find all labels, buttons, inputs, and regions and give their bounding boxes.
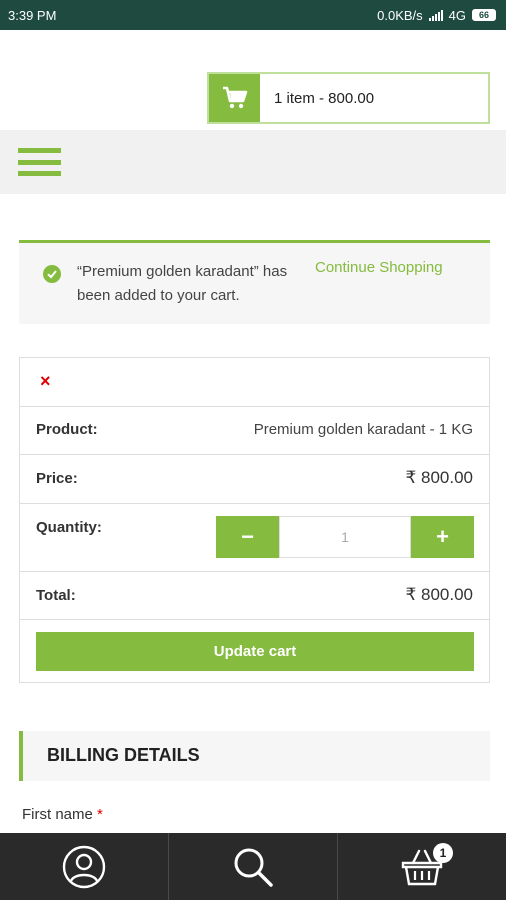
cart-count-badge: 1 <box>433 843 453 863</box>
check-circle-icon <box>43 265 61 283</box>
first-name-label: First name * <box>22 806 103 823</box>
navigation-bar <box>0 130 506 194</box>
notice-message: “Premium golden karadant” has been added… <box>77 263 288 304</box>
cart-summary-button[interactable]: 1 item - 800.00 <box>207 72 490 124</box>
increase-quantity-button[interactable]: + <box>411 516 474 558</box>
network-type: 4G <box>448 7 466 23</box>
basket-button[interactable]: 1 <box>337 833 506 900</box>
total-value: ₹ 800.00 <box>405 585 473 604</box>
product-label: Product: <box>36 421 98 438</box>
product-value: Premium golden karadant - 1 KG <box>253 421 473 438</box>
search-button[interactable] <box>168 833 337 900</box>
battery-icon: 66 <box>472 9 496 21</box>
billing-title: BILLING DETAILS <box>47 745 200 765</box>
update-cart-button[interactable]: Update cart <box>36 632 474 671</box>
status-time: 3:39 PM <box>8 7 57 23</box>
cart-summary-text: 1 item - 800.00 <box>274 89 375 107</box>
remove-row: × <box>20 358 489 407</box>
first-name-text: First name <box>22 806 93 823</box>
billing-details-header: BILLING DETAILS <box>19 731 490 781</box>
continue-shopping-link[interactable]: Continue Shopping <box>315 259 443 276</box>
network-speed: 0.0KB/s <box>377 7 423 23</box>
total-label: Total: <box>36 587 76 604</box>
signal-icon <box>428 9 443 21</box>
hamburger-menu-icon[interactable] <box>18 148 61 176</box>
quantity-row: Quantity: − + <box>20 504 489 572</box>
battery-level: 66 <box>478 10 489 20</box>
search-icon <box>234 848 273 887</box>
quantity-stepper: − + <box>216 516 474 558</box>
required-star: * <box>97 806 103 823</box>
quantity-input[interactable] <box>279 516 411 558</box>
bottom-navigation: 1 <box>0 833 506 900</box>
price-label: Price: <box>36 470 78 487</box>
added-to-cart-notice: “Premium golden karadant” has been added… <box>19 240 490 324</box>
status-indicators: 0.0KB/s 4G 66 <box>377 8 496 23</box>
product-row: Product: Premium golden karadant - 1 KG <box>20 407 489 455</box>
shopping-cart-icon <box>209 74 260 122</box>
total-row: Total: ₹ 800.00 <box>20 572 489 620</box>
cart-table: × Product: Premium golden karadant - 1 K… <box>19 357 490 683</box>
status-bar: 3:39 PM 0.0KB/s 4G 66 <box>0 0 506 30</box>
price-value: ₹ 800.00 <box>405 468 473 487</box>
quantity-label: Quantity: <box>36 519 102 536</box>
price-row: Price: ₹ 800.00 <box>20 455 489 504</box>
remove-item-icon[interactable]: × <box>40 371 51 391</box>
account-icon <box>62 845 106 888</box>
account-button[interactable] <box>0 833 168 900</box>
decrease-quantity-button[interactable]: − <box>216 516 279 558</box>
